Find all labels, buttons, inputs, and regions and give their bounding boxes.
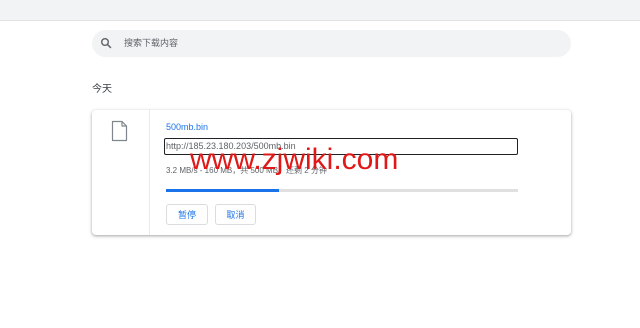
watermark-text: www.zjwiki.com (190, 143, 399, 176)
date-section-heading: 今天 (92, 84, 112, 95)
search-placeholder: 搜索下载内容 (124, 38, 179, 48)
file-icon (111, 120, 128, 142)
top-toolbar (0, 0, 640, 21)
card-divider (149, 110, 150, 235)
search-icon (101, 38, 112, 49)
file-name-link[interactable]: 500mb.bin (166, 122, 208, 133)
progress-fill (166, 189, 279, 192)
cancel-button[interactable]: 取消 (215, 204, 256, 225)
progress-bar (166, 189, 518, 192)
pause-button[interactable]: 暂停 (166, 204, 208, 225)
